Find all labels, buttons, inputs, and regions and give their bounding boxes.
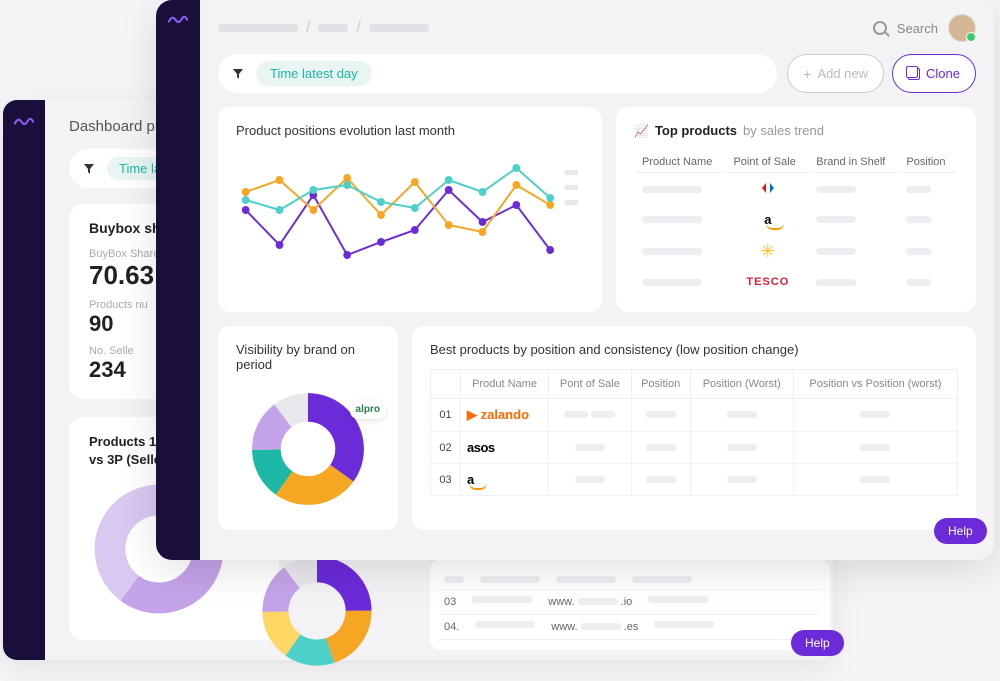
logo-icon (168, 12, 188, 26)
table-row[interactable]: 01 ▶ zalando (431, 399, 958, 432)
table-row[interactable] (636, 175, 956, 204)
col-header: Point of Sale (727, 152, 808, 173)
table-row[interactable]: TESCO (636, 270, 956, 294)
add-new-label: Add new (817, 66, 868, 81)
filter-action-row: Time latest day + Add new Clone (218, 54, 976, 93)
col-header: Position (900, 152, 956, 173)
help-button[interactable]: Help (791, 630, 844, 656)
logo-icon (14, 114, 34, 128)
search-placeholder[interactable]: Search (897, 21, 938, 36)
copy-icon (908, 68, 920, 80)
chart-title: Product positions evolution last month (236, 123, 584, 138)
visibility-card: Visibility by brand on period alpro (218, 326, 398, 530)
help-button[interactable]: Help (934, 518, 987, 544)
best-products-table: Produt Name Pont of Sale Position Positi… (430, 369, 958, 496)
url-prefix: www. (551, 621, 577, 633)
alpro-badge: alpro (350, 400, 386, 419)
filter-chip[interactable]: Time latest day (256, 61, 372, 86)
table-row[interactable]: 02 asos (431, 432, 958, 464)
top-products-title: Top products (655, 123, 737, 138)
avatar[interactable] (948, 14, 976, 42)
search-icon[interactable] (873, 21, 887, 35)
filter-bar[interactable]: Time latest day (218, 54, 777, 93)
top-products-card: 📈 Top products by sales trend Product Na… (616, 107, 976, 312)
col-header (431, 370, 461, 399)
col-header: Position (631, 370, 690, 399)
tesco-logo-icon: TESCO (746, 276, 789, 288)
amazon-logo-icon: a (467, 472, 474, 487)
breadcrumb: / / (218, 19, 429, 37)
action-buttons: + Add new Clone (787, 54, 976, 93)
top-products-table: Product Name Point of Sale Brand in Shel… (634, 150, 958, 296)
col-header: Position vs Position (worst) (793, 370, 957, 399)
best-products-title: Best products by position and consistenc… (430, 342, 958, 357)
table-row: 03 www. .io (440, 590, 820, 615)
add-new-button[interactable]: + Add new (787, 54, 884, 93)
row-index: 04. (444, 621, 459, 633)
row-index: 03 (439, 474, 451, 486)
plus-icon: + (803, 66, 811, 82)
zalando-logo-icon: ▶ zalando (467, 407, 529, 422)
carrefour-logo-icon (758, 181, 778, 198)
search-area: Search (873, 14, 976, 42)
col-header: Pont of Sale (549, 370, 632, 399)
top-products-subtitle: by sales trend (743, 123, 824, 138)
row-index: 01 (439, 409, 451, 421)
filter-icon (83, 163, 95, 175)
secondary-donut (252, 546, 392, 676)
clone-label: Clone (926, 66, 960, 81)
table-row[interactable]: a (636, 206, 956, 233)
front-content: / / Search Time latest day + Add new (200, 0, 994, 560)
visibility-title: Visibility by brand on period (236, 342, 380, 372)
table-row[interactable]: ✳ (636, 235, 956, 268)
row-index: 02 (439, 442, 451, 454)
table-row (440, 570, 820, 590)
col-header: Brand in Shelf (810, 152, 898, 173)
table-row: 04. www. .es (440, 615, 820, 640)
asos-logo-icon: asos (467, 440, 495, 455)
url-suffix: .io (621, 596, 633, 608)
col-header: Product Name (636, 152, 725, 173)
chart-up-icon: 📈 (634, 124, 649, 138)
table-row[interactable]: 03 a (431, 464, 958, 496)
positions-evolution-card: Product positions evolution last month (218, 107, 602, 312)
front-sidebar (156, 0, 200, 560)
topbar: / / Search (218, 14, 976, 42)
best-products-card: Best products by position and consistenc… (412, 326, 976, 530)
front-dashboard-window: / / Search Time latest day + Add new (156, 0, 994, 560)
filter-icon (232, 68, 244, 80)
url-suffix: .es (624, 621, 639, 633)
col-header: Produt Name (461, 370, 549, 399)
walmart-logo-icon: ✳ (760, 241, 775, 261)
row-index: 03 (444, 596, 456, 608)
amazon-logo-icon: a (764, 212, 771, 227)
back-sidebar (3, 100, 45, 660)
line-chart (236, 150, 584, 280)
url-prefix: www. (548, 596, 574, 608)
back-url-table: 03 www. .io 04. www. .es (430, 560, 830, 650)
clone-button[interactable]: Clone (892, 54, 976, 93)
col-header: Position (Worst) (690, 370, 793, 399)
